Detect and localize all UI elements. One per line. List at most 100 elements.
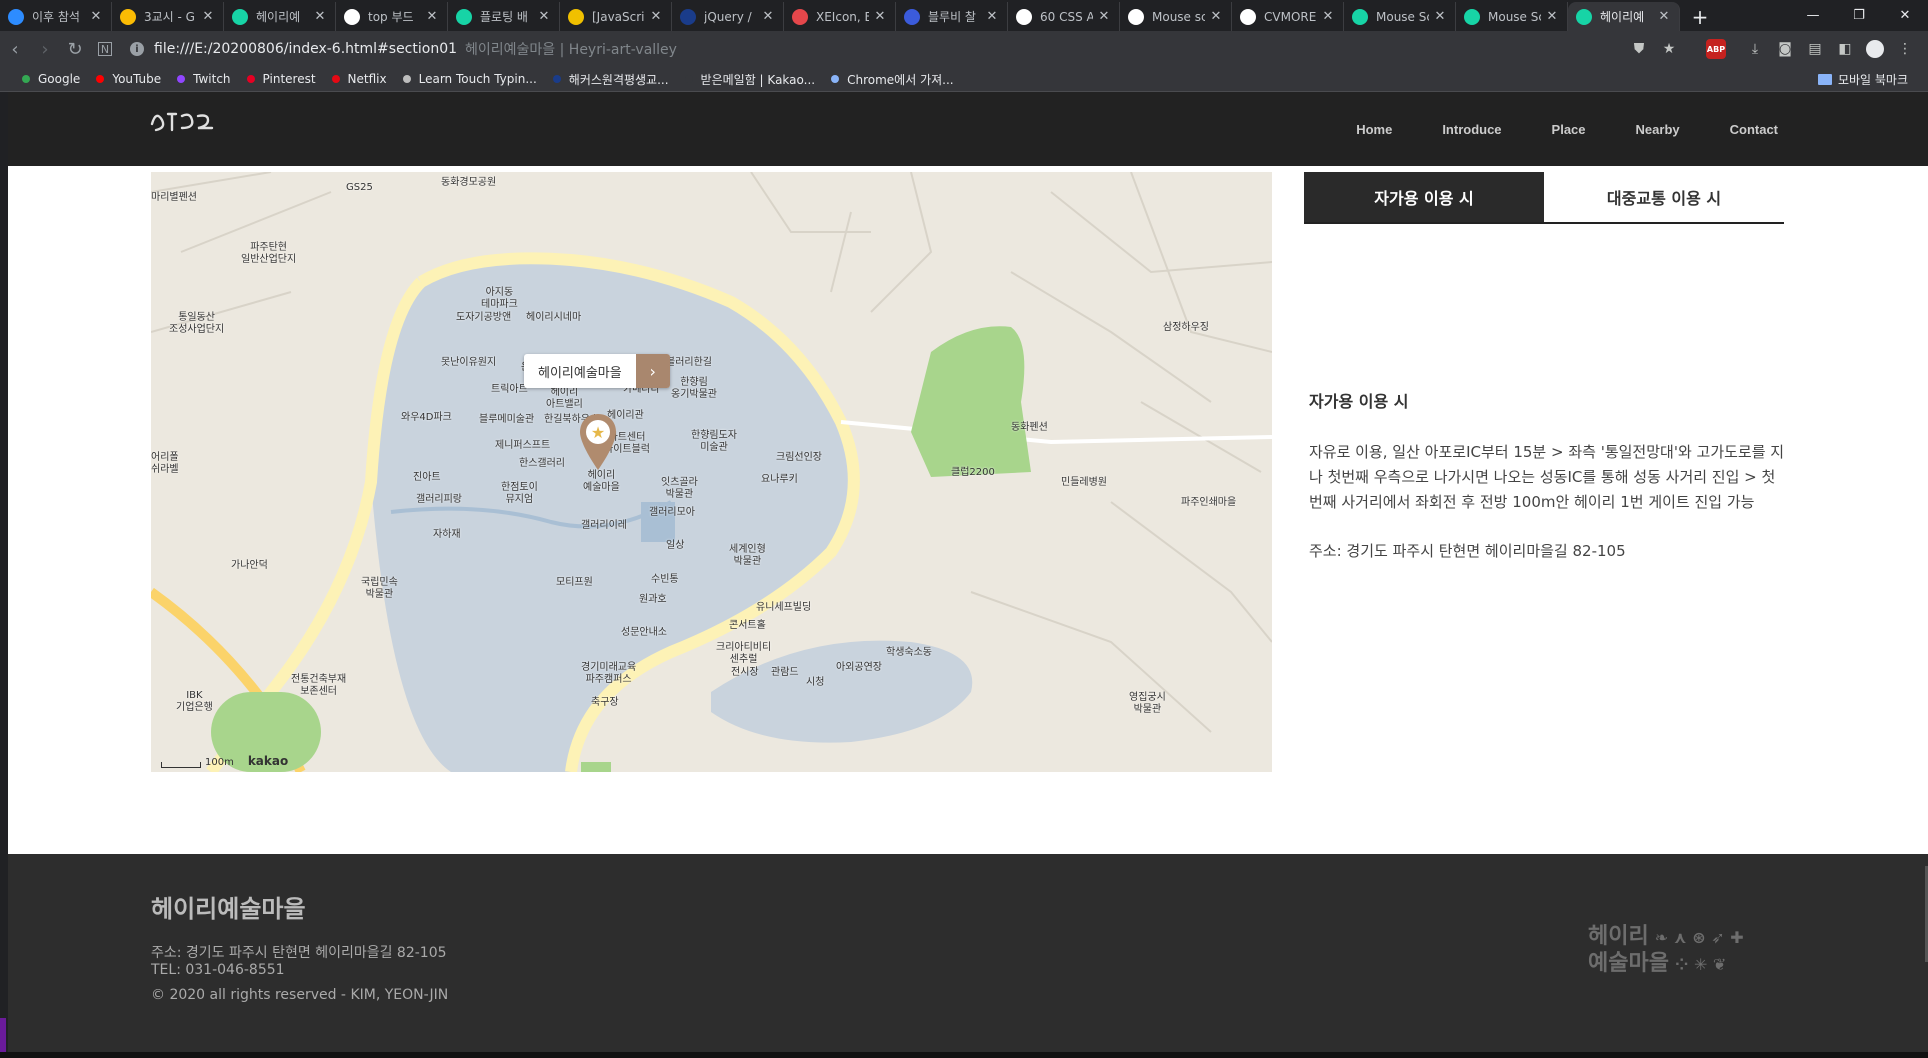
- adblock-icon[interactable]: ABP: [1706, 39, 1726, 59]
- chevron-right-icon[interactable]: ›: [635, 354, 670, 388]
- bookmark-favicon-icon: [831, 75, 840, 83]
- map-place-label: 모티프원: [556, 577, 593, 588]
- close-icon[interactable]: ✕: [1882, 0, 1928, 30]
- tab-close-icon[interactable]: ✕: [537, 9, 551, 24]
- profile-avatar[interactable]: [1862, 36, 1888, 62]
- bookmark-label: Google: [38, 72, 81, 86]
- bookmark-favicon-icon: [552, 75, 561, 83]
- browser-tab[interactable]: 3교시 - G ✕: [112, 2, 224, 31]
- browser-tab[interactable]: 블루비 찰 ✕: [896, 2, 1008, 31]
- browser-tab[interactable]: 플로팅 배 ✕: [448, 2, 560, 31]
- mobile-bookmarks[interactable]: 모바일 북마크: [1817, 71, 1908, 88]
- map-place-label: 와우4D파크: [401, 412, 452, 423]
- back-icon[interactable]: ‹: [0, 34, 30, 64]
- browser-tab[interactable]: 헤이리예 ✕: [1568, 2, 1680, 31]
- tab-close-icon[interactable]: ✕: [649, 9, 663, 24]
- tab-close-icon[interactable]: ✕: [1433, 9, 1447, 24]
- notion-icon[interactable]: N: [98, 42, 112, 56]
- svg-text:★: ★: [591, 423, 605, 442]
- map-place-label: 국립민속 박물관: [361, 577, 398, 600]
- menu-icon[interactable]: ⋮: [1892, 36, 1918, 62]
- tab-title: jQuery /: [704, 9, 752, 24]
- circle-icon: [232, 8, 248, 25]
- map-place-label: 학생숙소동: [886, 647, 932, 658]
- kakao-map[interactable]: 마리별펜션 GS25 동화경모공원 파주탄현 일반산업단지 통일동산 조성사업단지 아지동…: [151, 172, 1272, 772]
- map-place-label: 크리아티비티 센추럴: [716, 642, 772, 665]
- info-icon[interactable]: i: [130, 42, 144, 56]
- bookmark-item[interactable]: Netflix: [331, 72, 387, 86]
- bookmark-item[interactable]: 받은메일함 | Kakao...: [684, 71, 815, 88]
- tab-close-icon[interactable]: ✕: [425, 9, 439, 24]
- restore-icon[interactable]: ❐: [1836, 0, 1882, 30]
- bookmark-item[interactable]: Chrome에서 가져...: [831, 71, 954, 88]
- shield-icon[interactable]: ⛊: [1626, 36, 1652, 62]
- tab-close-icon[interactable]: ✕: [1545, 9, 1559, 24]
- bookmark-item[interactable]: Learn Touch Typin...: [402, 72, 537, 86]
- minimize-icon[interactable]: —: [1790, 0, 1836, 30]
- download-icon[interactable]: ⤓: [1742, 36, 1768, 62]
- nav-home[interactable]: Home: [1356, 122, 1392, 137]
- browser-tab[interactable]: CVMORE ✕: [1232, 2, 1344, 31]
- map-place-label: GS25: [346, 182, 373, 193]
- tab-close-icon[interactable]: ✕: [1657, 9, 1671, 24]
- tab-title: XEIcon, E: [816, 9, 869, 24]
- browser-tab[interactable]: 60 CSS A ✕: [1008, 2, 1120, 31]
- nav-introduce[interactable]: Introduce: [1442, 122, 1501, 137]
- tab-close-icon[interactable]: ✕: [89, 9, 103, 24]
- tab-close-icon[interactable]: ✕: [201, 9, 215, 24]
- map-place-label: 경기미래교육 파주캠퍼스: [581, 662, 637, 685]
- browser-tab[interactable]: 이후 참석 ✕: [0, 2, 112, 31]
- tab-car[interactable]: 자가용 이용 시: [1304, 172, 1544, 222]
- browser-tab[interactable]: Mouse Sc ✕: [1456, 2, 1568, 31]
- bookmark-item[interactable]: 해커스원격평생교...: [552, 71, 669, 88]
- bookmark-item[interactable]: Google: [22, 72, 80, 86]
- tab-close-icon[interactable]: ✕: [761, 9, 775, 24]
- map-place-label: 잇츠골라 박물관: [661, 477, 698, 500]
- address-bar[interactable]: i file:///E:/20200806/index-6.html#secti…: [130, 35, 1626, 63]
- browser-tab[interactable]: XEIcon, E ✕: [784, 2, 896, 31]
- tab-close-icon[interactable]: ✕: [1209, 9, 1223, 24]
- bookmark-label: 해커스원격평생교...: [568, 72, 669, 87]
- tab-close-icon[interactable]: ✕: [873, 9, 887, 24]
- map-place-label: 통일동산 조성사업단지: [169, 312, 225, 335]
- browser-tab[interactable]: jQuery / ✕: [672, 2, 784, 31]
- star-icon[interactable]: ★: [1656, 36, 1682, 62]
- nav-nearby[interactable]: Nearby: [1636, 122, 1680, 137]
- bookmark-item[interactable]: YouTube: [96, 72, 161, 86]
- browser-tab[interactable]: Mouse sc ✕: [1120, 2, 1232, 31]
- tab-public-transit[interactable]: 대중교통 이용 시: [1544, 172, 1784, 222]
- nav-place[interactable]: Place: [1552, 122, 1586, 137]
- bookmark-item[interactable]: Twitch: [177, 72, 231, 86]
- tab-close-icon[interactable]: ✕: [1097, 9, 1111, 24]
- bookmark-item[interactable]: Pinterest: [246, 72, 316, 86]
- new-tab-button[interactable]: +: [1686, 3, 1714, 31]
- map-marker-bubble[interactable]: 헤이리예술마을 ›: [524, 354, 670, 388]
- map-pin-icon[interactable]: ★: [578, 412, 618, 472]
- b-icon: [904, 8, 920, 25]
- map-place-label: 블루메미술관: [479, 414, 535, 425]
- browser-tab[interactable]: [JavaScrip ✕: [560, 2, 672, 31]
- browser-tab[interactable]: Mouse Sc ✕: [1344, 2, 1456, 31]
- tab-close-icon[interactable]: ✕: [1321, 9, 1335, 24]
- tab-close-icon[interactable]: ✕: [313, 9, 327, 24]
- reload-icon[interactable]: ↻: [60, 34, 90, 64]
- scale-label: 100m: [205, 757, 234, 768]
- tab-title: CVMORE: [1264, 9, 1317, 24]
- side-panel-icon[interactable]: ◧: [1832, 36, 1858, 62]
- jquery-icon: [680, 8, 696, 25]
- browser-tab[interactable]: top 부드 ✕: [336, 2, 448, 31]
- map-place-label: 세계인형 박물관: [729, 544, 766, 567]
- map-place-label: 영집궁시 박물관: [1129, 692, 1166, 715]
- forward-icon[interactable]: ›: [30, 34, 60, 64]
- browser-tab[interactable]: 헤이리예 ✕: [224, 2, 336, 31]
- map-place-label: 유니세프빌딩: [756, 602, 812, 613]
- site-logo[interactable]: [148, 102, 220, 144]
- tab-close-icon[interactable]: ✕: [985, 9, 999, 24]
- camera-icon[interactable]: ◙: [1772, 36, 1798, 62]
- map-place-label: 수빈통: [651, 574, 679, 585]
- directions-address: 주소: 경기도 파주시 탄현면 헤이리마을길 82-105: [1309, 542, 1626, 560]
- nav-contact[interactable]: Contact: [1730, 122, 1778, 137]
- bookmark-label: Learn Touch Typin...: [418, 72, 537, 86]
- drive-icon: [120, 8, 136, 25]
- reading-list-icon[interactable]: ▤: [1802, 36, 1828, 62]
